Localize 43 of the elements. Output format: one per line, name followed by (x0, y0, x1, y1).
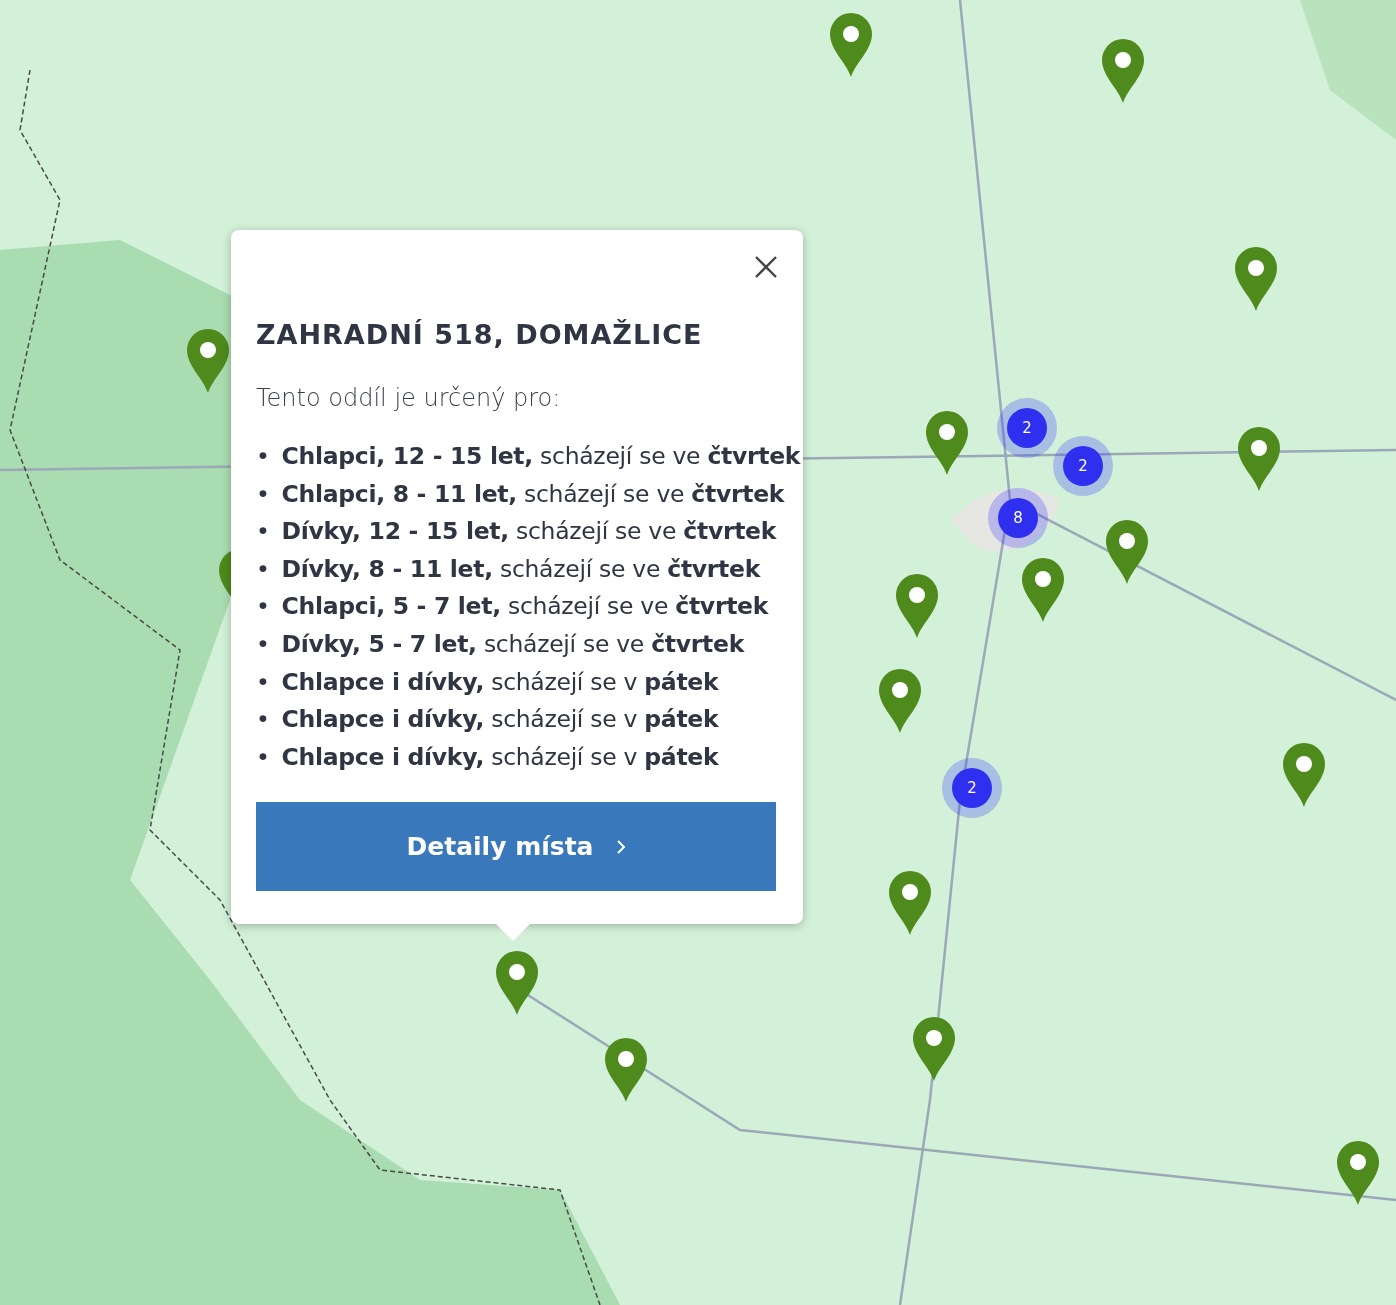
map-pin-icon[interactable] (1020, 557, 1066, 623)
bullet: • (256, 441, 270, 472)
group-text: Chlapce i dívky, scházejí se v pátek (281, 741, 719, 773)
group-text: Chlapce i dívky, scházejí se v pátek (281, 704, 719, 736)
map-pin-icon[interactable] (1281, 742, 1327, 808)
map-pin-icon[interactable] (1100, 38, 1146, 104)
cluster-marker[interactable]: 2 (997, 398, 1057, 458)
cluster-marker[interactable]: 8 (988, 488, 1048, 548)
bullet: • (256, 591, 270, 623)
group-text: Dívky, 5 - 7 let, scházejí se ve čtvrtek (281, 628, 744, 660)
map-pin-icon[interactable] (828, 12, 874, 78)
details-button[interactable]: Detaily místa (256, 802, 776, 892)
cluster-marker[interactable]: 2 (1053, 436, 1113, 496)
close-icon[interactable] (753, 254, 779, 280)
map-pin-icon[interactable] (877, 668, 923, 734)
bullet: • (256, 553, 270, 585)
cluster-marker[interactable]: 2 (942, 758, 1002, 818)
map-pin-icon[interactable] (185, 328, 231, 394)
map-pin-icon[interactable] (494, 950, 540, 1016)
group-text: Dívky, 8 - 11 let, scházejí se ve čtvrtek (281, 553, 761, 585)
chevron-icon (615, 838, 626, 855)
map-pin-icon[interactable] (1236, 426, 1282, 492)
map-pin-icon[interactable] (1104, 519, 1150, 585)
group-text: Chlapci, 8 - 11 let, scházejí se ve čtvrtek (281, 478, 785, 510)
map-pin-icon[interactable] (1335, 1140, 1381, 1206)
map-pin-icon[interactable] (887, 870, 933, 936)
bullet: • (256, 628, 270, 660)
popup-title: ZAHRADNÍ 518, DOMAŽLICE (256, 319, 704, 350)
bullet: • (256, 741, 270, 773)
bullet: • (256, 704, 270, 736)
group-text: Dívky, 12 - 15 let, scházejí se ve čtvrtek (281, 516, 777, 548)
map-pin-icon[interactable] (603, 1037, 649, 1103)
bullet: • (256, 516, 270, 548)
group-text: Chlapci, 12 - 15 let, scházejí se ve čtvrtek (281, 441, 801, 472)
intro-text: Tento oddíl je určený pro: (256, 384, 562, 412)
map-pin-icon[interactable] (924, 410, 970, 476)
bullet: • (256, 666, 270, 698)
map-pin-icon[interactable] (894, 573, 940, 639)
map-pin-icon[interactable] (911, 1016, 957, 1082)
group-text: Chlapci, 5 - 7 let, scházejí se ve čtvrtek (281, 591, 769, 623)
bullet: • (256, 478, 270, 510)
map-pin-icon[interactable] (1233, 246, 1279, 312)
group-text: Chlapce i dívky, scházejí se v pátek (281, 666, 719, 698)
